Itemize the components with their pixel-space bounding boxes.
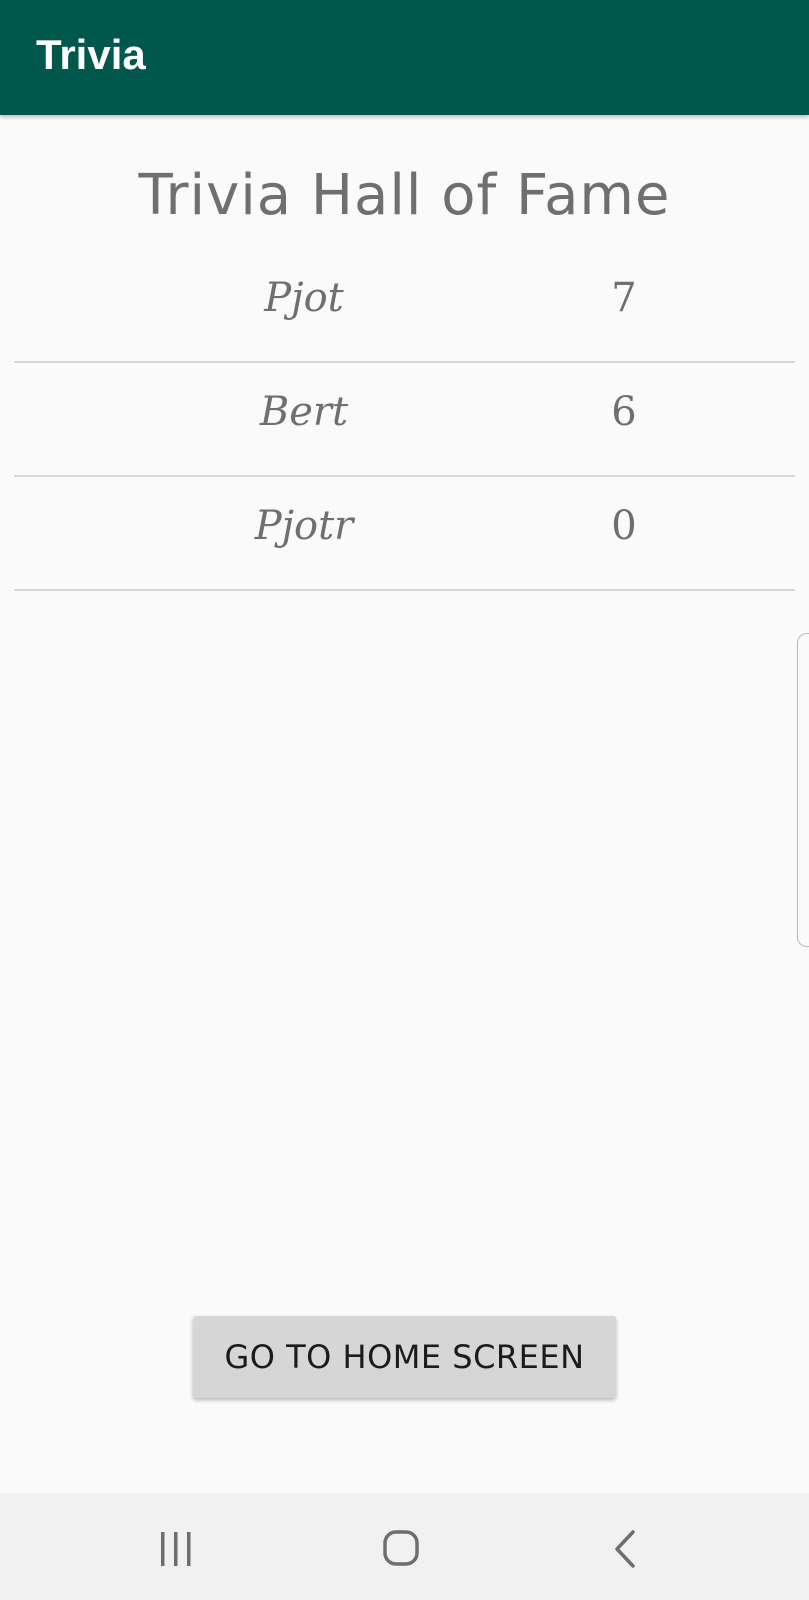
player-name: Pjot [264, 275, 344, 321]
player-score: 7 [611, 275, 637, 321]
score-row: Pjot 7 [14, 249, 795, 363]
player-name: Bert [259, 389, 349, 435]
recents-icon[interactable] [141, 1513, 211, 1583]
high-score-list: Pjot 7 Bert 6 Pjotr 0 [14, 249, 795, 591]
player-score: 0 [611, 503, 637, 549]
go-to-home-screen-button[interactable]: GO TO HOME SCREEN [193, 1316, 616, 1398]
player-score: 6 [611, 389, 637, 435]
score-row: Bert 6 [14, 363, 795, 477]
player-name: Pjotr [254, 503, 354, 549]
back-icon[interactable] [593, 1513, 663, 1583]
edge-panel-handle[interactable] [797, 633, 809, 947]
app-bar: Trivia [0, 0, 809, 115]
home-icon[interactable] [366, 1513, 436, 1583]
page-title: Trivia Hall of Fame [138, 163, 671, 228]
score-row: Pjotr 0 [14, 477, 795, 591]
system-navigation-bar [0, 1493, 809, 1600]
app-title: Trivia [36, 31, 146, 78]
